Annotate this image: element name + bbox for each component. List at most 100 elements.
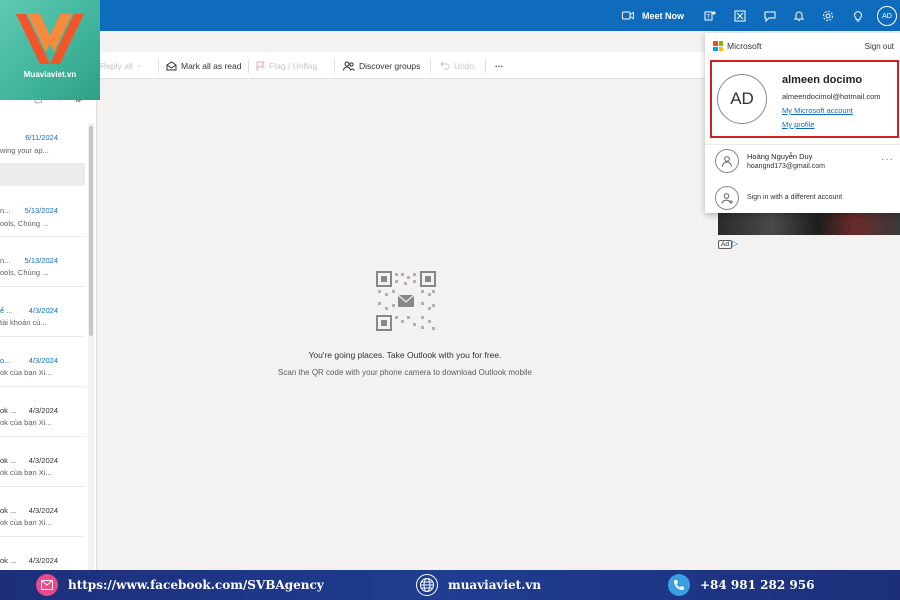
people-group-icon — [343, 61, 355, 71]
add-account-avatar[interactable] — [715, 186, 739, 210]
phone-icon — [668, 574, 690, 596]
discover-groups-button[interactable]: Discover groups — [343, 52, 420, 79]
mail-date: 6/11/2024 — [25, 133, 58, 142]
sign-out-link[interactable]: Sign out — [865, 42, 894, 51]
microsoft-brand: Microsoft — [713, 41, 761, 51]
promo-title: You're going places. Take Outlook with y… — [308, 350, 502, 360]
list-item[interactable]: ok ... 4/3/2024 — [0, 537, 85, 570]
toolbar-divider — [485, 59, 486, 73]
mail-sender: n... — [0, 206, 11, 215]
list-item[interactable]: ok ... 4/3/2024 ok của bạn Xi... — [0, 387, 85, 437]
website-contact[interactable]: muaviaviet.vn — [416, 570, 541, 600]
list-item[interactable]: ok ... 4/3/2024 ok của bạn Xi... — [0, 487, 85, 537]
group-header — [0, 164, 85, 186]
gear-icon[interactable] — [820, 8, 836, 24]
mail-sender: ok ... — [0, 456, 17, 465]
promo-subtitle: Scan the QR code with your phone camera … — [278, 368, 532, 377]
more-icon[interactable]: ··· — [881, 154, 894, 165]
bell-icon[interactable] — [791, 8, 807, 24]
pane-divider — [96, 79, 97, 570]
account-name: almeen docimo — [782, 74, 863, 86]
microsoft-label: Microsoft — [727, 41, 762, 51]
mail-list-pane: ▢ – ⇅ 6/11/2024 wing your ap... n... 5/1… — [0, 100, 96, 570]
mail-date: 5/13/2024 — [24, 256, 58, 265]
video-camera-icon — [622, 11, 634, 20]
mail-preview: tài khoản củ... — [0, 318, 47, 327]
messenger-icon — [36, 574, 58, 596]
list-item[interactable]: ok ... 4/3/2024 ok của bạn Xi... — [0, 437, 85, 487]
list-item[interactable]: n... 5/13/2024 ools, Chúng ... — [0, 188, 85, 237]
globe-icon — [416, 574, 438, 596]
phone-contact[interactable]: +84 981 282 956 — [668, 570, 814, 600]
mail-date: 5/13/2024 — [24, 206, 58, 215]
list-item[interactable]: o... 4/3/2024 ok của bạn Xi... — [0, 337, 85, 387]
microsoft-logo-icon — [713, 41, 723, 51]
reply-all-label: Reply all — [100, 60, 133, 71]
mark-all-read-button[interactable]: Mark all as read — [166, 52, 241, 79]
my-microsoft-account-link[interactable]: My Microsoft account — [782, 106, 853, 115]
ad-choices-icon[interactable]: ▷ — [732, 239, 738, 248]
phone-number: +84 981 282 956 — [700, 578, 815, 592]
mail-date: 4/3/2024 — [28, 406, 58, 415]
mail-preview: ok của bạn Xi... — [0, 468, 52, 477]
excel-icon[interactable] — [732, 8, 748, 24]
avatar: AD — [717, 74, 767, 124]
feedback-icon[interactable] — [762, 8, 778, 24]
mail-date: 4/3/2024 — [28, 556, 58, 565]
minus-icon[interactable]: – — [58, 100, 63, 104]
toolbar-divider — [430, 59, 431, 73]
mail-preview: ools, Chúng ... — [0, 268, 49, 277]
mail-sender: ok ... — [0, 406, 17, 415]
discover-groups-label: Discover groups — [359, 60, 421, 71]
qr-code-icon — [376, 271, 436, 331]
other-account-name[interactable]: Hoàng Nguyễn Duy — [747, 152, 812, 161]
add-person-icon — [721, 193, 733, 204]
mail-preview: ok của bạn Xi... — [0, 518, 52, 527]
list-item[interactable]: 6/11/2024 wing your ap... — [0, 126, 85, 164]
mail-preview: ok của bạn Xi... — [0, 368, 52, 377]
mail-preview: wing your ap... — [0, 146, 49, 155]
muaviaviet-logo: Muaviaviet.vn — [0, 0, 100, 100]
mail-date: 4/3/2024 — [28, 456, 58, 465]
teams-icon[interactable]: T — [702, 8, 718, 24]
account-panel: Microsoft Sign out AD almeen docimo alme… — [705, 33, 900, 213]
facebook-contact[interactable]: https://www.facebook.com/SVBAgency — [36, 570, 324, 600]
list-scroll-thumb[interactable] — [89, 126, 93, 336]
website-url: muaviaviet.vn — [448, 578, 542, 592]
other-account-avatar[interactable] — [715, 149, 739, 173]
mail-sender: ể ... — [0, 306, 13, 315]
toolbar-divider — [248, 59, 249, 73]
mail-sender: ok ... — [0, 556, 17, 565]
mail-date: 4/3/2024 — [28, 356, 58, 365]
undo-label: Undo — [454, 60, 475, 71]
chevron-down-icon: ⌄ — [136, 63, 142, 69]
sort-icon[interactable]: ⇅ — [74, 100, 82, 105]
toolbar-divider — [158, 59, 159, 73]
mail-sender: o... — [0, 356, 11, 365]
list-item[interactable]: n... 5/13/2024 ools, Chúng ... — [0, 237, 85, 287]
mail-date: 4/3/2024 — [28, 506, 58, 515]
lightbulb-icon[interactable] — [850, 8, 866, 24]
flag-unflag-button[interactable]: Flag / Unflag — [256, 52, 317, 79]
mail-sender: ok ... — [0, 506, 17, 515]
filter-icon[interactable]: ▢ — [34, 100, 43, 105]
envelope-open-icon — [166, 60, 177, 70]
more-options-button[interactable]: ··· — [495, 52, 504, 79]
svg-text:T: T — [707, 15, 711, 21]
other-account-email: hoangnd173@gmail.com — [747, 163, 825, 170]
footer-banner: https://www.facebook.com/SVBAgency muavi… — [0, 570, 900, 600]
account-avatar-button[interactable]: AD — [877, 6, 897, 26]
mail-preview: ok của bạn Xi... — [0, 418, 52, 427]
logo-v-mark-icon — [16, 14, 84, 64]
sign-in-different-account-link[interactable]: Sign in with a different account — [747, 194, 842, 201]
flag-unflag-label: Flag / Unflag — [269, 60, 318, 71]
undo-button[interactable]: Undo — [440, 52, 474, 79]
person-icon — [722, 156, 732, 167]
logo-text: Muaviaviet.vn — [23, 70, 77, 79]
my-profile-link[interactable]: My profile — [782, 120, 815, 129]
ad-image[interactable] — [718, 213, 900, 235]
mark-all-read-label: Mark all as read — [181, 60, 242, 71]
list-item[interactable]: ể ... 4/3/2024 tài khoản củ... — [0, 287, 85, 337]
reply-all-button[interactable]: Reply all ⌄ — [100, 52, 142, 79]
meet-now-button[interactable]: Meet Now — [622, 0, 684, 31]
